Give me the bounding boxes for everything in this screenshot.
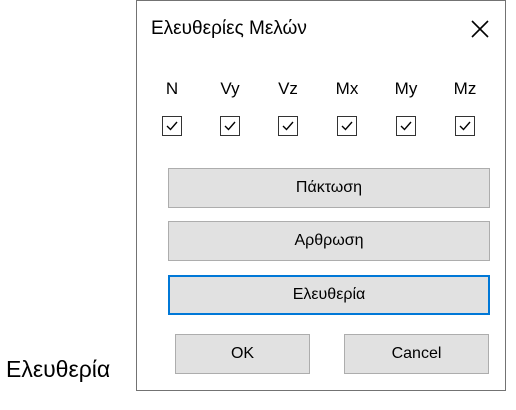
close-button[interactable] [465, 14, 495, 44]
dialog-titlebar: Ελευθερίες Μελών [137, 1, 505, 59]
checkmark-icon [341, 121, 353, 131]
checkmark-icon [400, 121, 412, 131]
dof-label: Mx [335, 79, 359, 98]
checkbox-vy[interactable] [220, 116, 240, 136]
dialog-title: Ελευθερίες Μελών [151, 18, 307, 39]
checkbox-n[interactable] [162, 116, 182, 136]
checkmark-icon [224, 121, 236, 131]
checkbox-my[interactable] [396, 116, 416, 136]
fixed-button[interactable]: Πάκτωση [168, 168, 490, 208]
checkbox-mz[interactable] [455, 116, 475, 136]
caption-label: Ελευθερία [6, 356, 111, 382]
cancel-button[interactable]: Cancel [344, 334, 489, 374]
dof-label: My [394, 79, 418, 98]
close-icon [471, 20, 489, 38]
dof-label: Mz [453, 79, 477, 98]
dof-row: N Vy Vz Mx My Mz [137, 79, 505, 139]
hinged-button[interactable]: Αρθρωση [168, 221, 490, 261]
member-releases-dialog: Ελευθερίες Μελών N Vy Vz Mx My Mz Πάκτωσ… [136, 0, 506, 391]
dof-label: Vz [278, 79, 298, 98]
checkbox-vz[interactable] [278, 116, 298, 136]
dof-label: Vy [220, 79, 240, 98]
free-button[interactable]: Ελευθερία [168, 275, 490, 315]
checkbox-mx[interactable] [337, 116, 357, 136]
checkmark-icon [282, 121, 294, 131]
checkmark-icon [166, 121, 178, 131]
ok-button[interactable]: OK [175, 334, 310, 374]
checkmark-icon [459, 121, 471, 131]
dof-label: N [165, 79, 179, 98]
